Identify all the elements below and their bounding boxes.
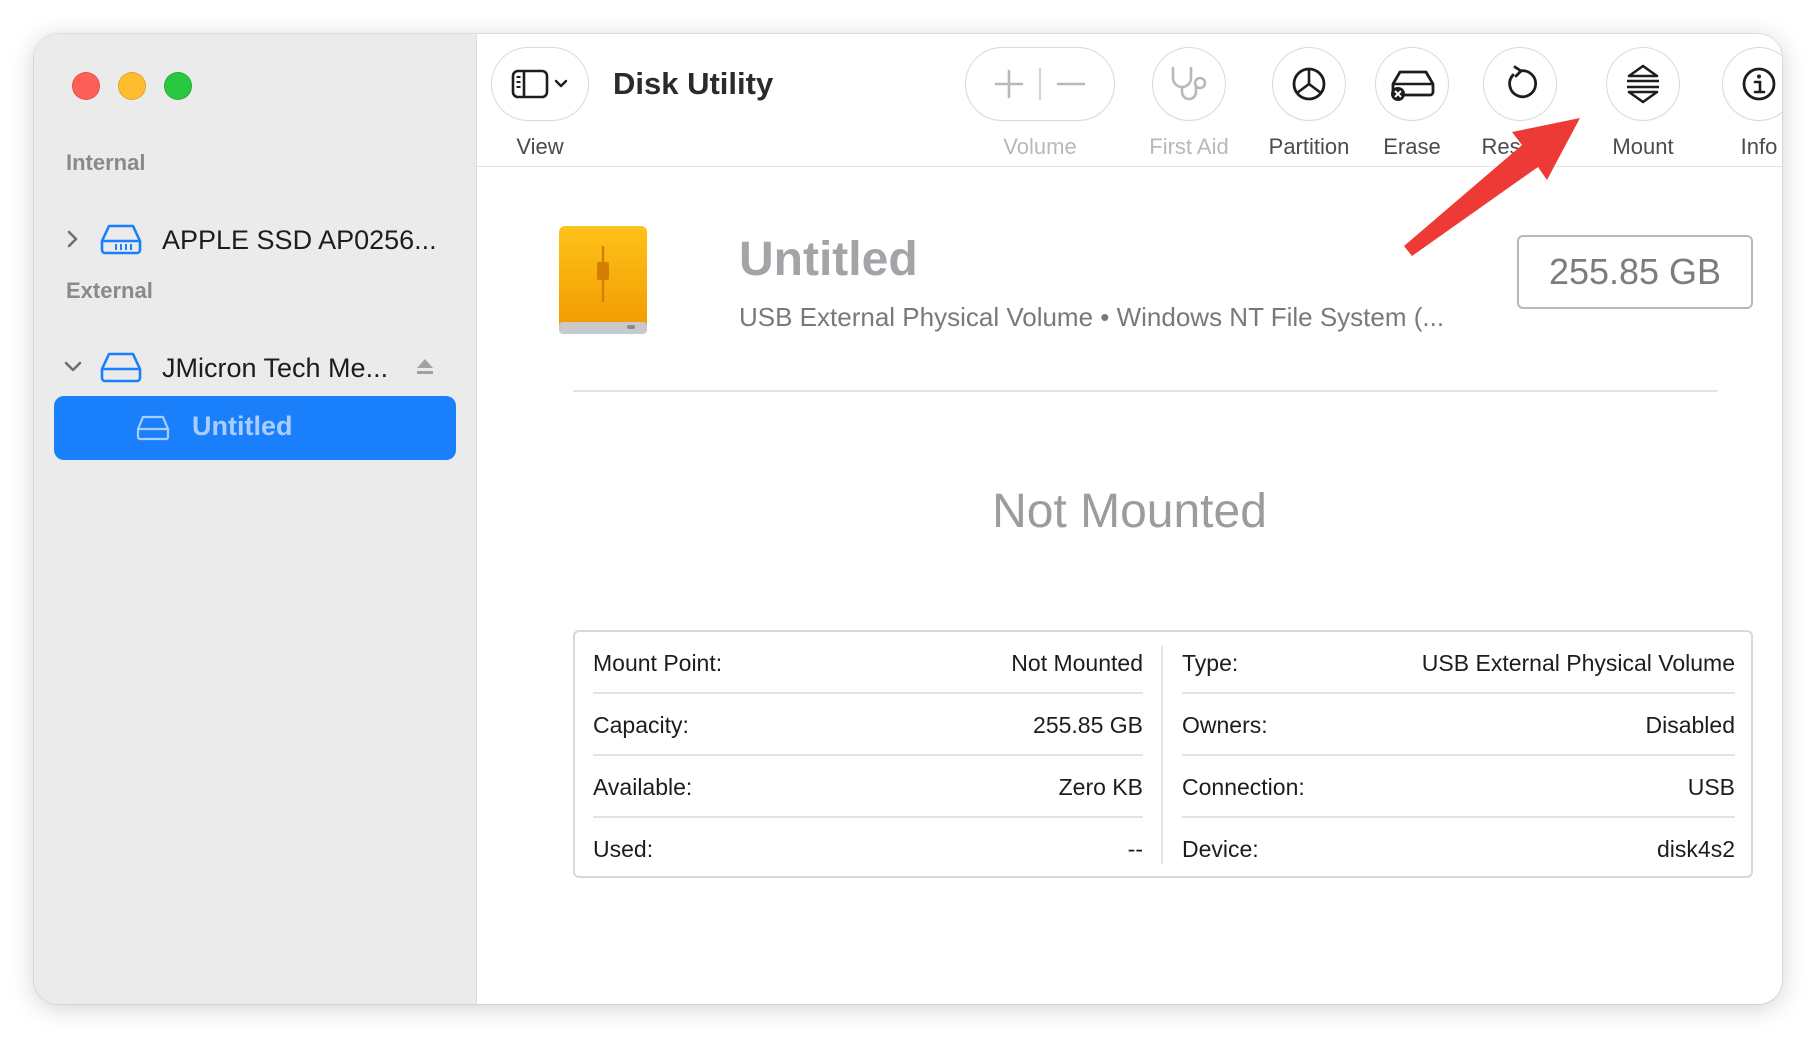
chevron-right-icon[interactable] — [60, 226, 86, 252]
minimize-window-button[interactable] — [118, 72, 146, 100]
info-value: disk4s2 — [1657, 836, 1735, 862]
sidebar: Internal APPLE SSD AP0256... External JM… — [34, 34, 477, 1004]
info-row-used: Used: -- — [593, 818, 1143, 880]
info-row-type: Type: USB External Physical Volume — [1182, 632, 1735, 694]
volume-icon — [136, 415, 170, 441]
volume-info-table: Mount Point: Not Mounted Capacity: 255.8… — [573, 630, 1753, 878]
info-row-connection: Connection: USB — [1182, 756, 1735, 818]
info-key: Owners: — [1182, 712, 1268, 738]
restore-label: Restore — [1481, 134, 1559, 159]
info-key: Type: — [1182, 650, 1239, 676]
first-aid-label: First Aid — [1149, 134, 1229, 159]
info-row-capacity: Capacity: 255.85 GB — [593, 694, 1143, 756]
info-key: Used: — [593, 836, 654, 862]
column-divider — [1161, 646, 1163, 864]
info-button[interactable]: Info — [1709, 48, 1782, 160]
info-value: USB — [1687, 774, 1735, 800]
toolbar: View Disk Utility Volume First Aid Parti… — [477, 34, 1782, 167]
info-icon — [1742, 67, 1776, 101]
main-content: View Disk Utility Volume First Aid Parti… — [477, 34, 1782, 1004]
erase-button[interactable]: Erase — [1362, 48, 1462, 160]
sidebar-item-label: APPLE SSD AP0256... — [162, 225, 437, 255]
mount-icon — [1627, 64, 1659, 104]
sidebar-item-label: Untitled — [192, 411, 293, 441]
external-usb-drive-icon — [559, 226, 647, 334]
info-value: Zero KB — [1058, 774, 1143, 800]
app-title: Disk Utility — [613, 66, 774, 101]
sidebar-item-untitled[interactable]: Untitled — [54, 396, 456, 460]
info-row-owners: Owners: Disabled — [1182, 694, 1735, 756]
partition-icon — [1292, 67, 1326, 101]
external-section-header: External — [66, 278, 153, 303]
close-window-button[interactable] — [72, 72, 100, 100]
info-value: Disabled — [1645, 712, 1736, 738]
sidebar-toggle-icon — [511, 69, 568, 99]
sidebar-item-label: JMicron Tech Me... — [162, 353, 389, 383]
chevron-down-icon[interactable] — [60, 354, 86, 380]
internal-disk-icon — [100, 224, 142, 255]
volume-header: Untitled USB External Physical Volume • … — [477, 166, 1782, 416]
erase-disk-icon — [1391, 70, 1435, 101]
disk-utility-window: Internal APPLE SSD AP0256... External JM… — [34, 34, 1782, 1004]
stethoscope-icon — [1171, 66, 1207, 101]
external-disk-icon — [100, 352, 142, 383]
mount-button[interactable]: Mount — [1593, 48, 1693, 160]
header-divider — [573, 390, 1718, 392]
info-column-right: Type: USB External Physical Volume Owner… — [1182, 632, 1735, 876]
volume-button-group[interactable]: Volume — [965, 48, 1115, 160]
partition-button[interactable]: Partition — [1253, 48, 1365, 160]
mount-status: Not Mounted — [992, 485, 1267, 538]
eject-icon[interactable] — [414, 356, 436, 378]
info-label: Info — [1740, 134, 1778, 159]
info-key: Device: — [1182, 836, 1259, 862]
mount-label: Mount — [1612, 134, 1674, 159]
volume-name: Untitled — [739, 233, 918, 286]
info-value: Not Mounted — [1011, 650, 1143, 676]
info-key: Capacity: — [593, 712, 689, 738]
first-aid-button[interactable]: First Aid — [1133, 48, 1245, 160]
erase-label: Erase — [1383, 134, 1441, 159]
info-row-available: Available: Zero KB — [593, 756, 1143, 818]
sidebar-item-apple-ssd[interactable]: APPLE SSD AP0256... — [34, 214, 476, 266]
info-value: -- — [1127, 836, 1143, 862]
volume-description: USB External Physical Volume • Windows N… — [739, 302, 1445, 332]
info-value: USB External Physical Volume — [1421, 650, 1735, 676]
restore-icon — [1508, 65, 1538, 99]
sidebar-item-jmicron[interactable]: JMicron Tech Me... — [34, 342, 476, 394]
restore-button[interactable]: Restore — [1470, 48, 1570, 160]
info-key: Available: — [593, 774, 693, 800]
info-value: 255.85 GB — [1033, 712, 1143, 738]
partition-label: Partition — [1268, 134, 1350, 159]
internal-section-header: Internal — [66, 150, 146, 175]
info-key: Mount Point: — [593, 650, 723, 676]
view-button[interactable]: View — [491, 48, 589, 160]
info-key: Connection: — [1182, 774, 1305, 800]
info-row-device: Device: disk4s2 — [1182, 818, 1735, 880]
capacity-badge: 255.85 GB — [1517, 235, 1753, 309]
info-row-mount-point: Mount Point: Not Mounted — [593, 632, 1143, 694]
zoom-window-button[interactable] — [164, 72, 192, 100]
info-column-left: Mount Point: Not Mounted Capacity: 255.8… — [593, 632, 1143, 876]
add-remove-volume-icon — [994, 68, 1086, 100]
volume-label: Volume — [1003, 134, 1077, 159]
view-label: View — [516, 134, 564, 159]
